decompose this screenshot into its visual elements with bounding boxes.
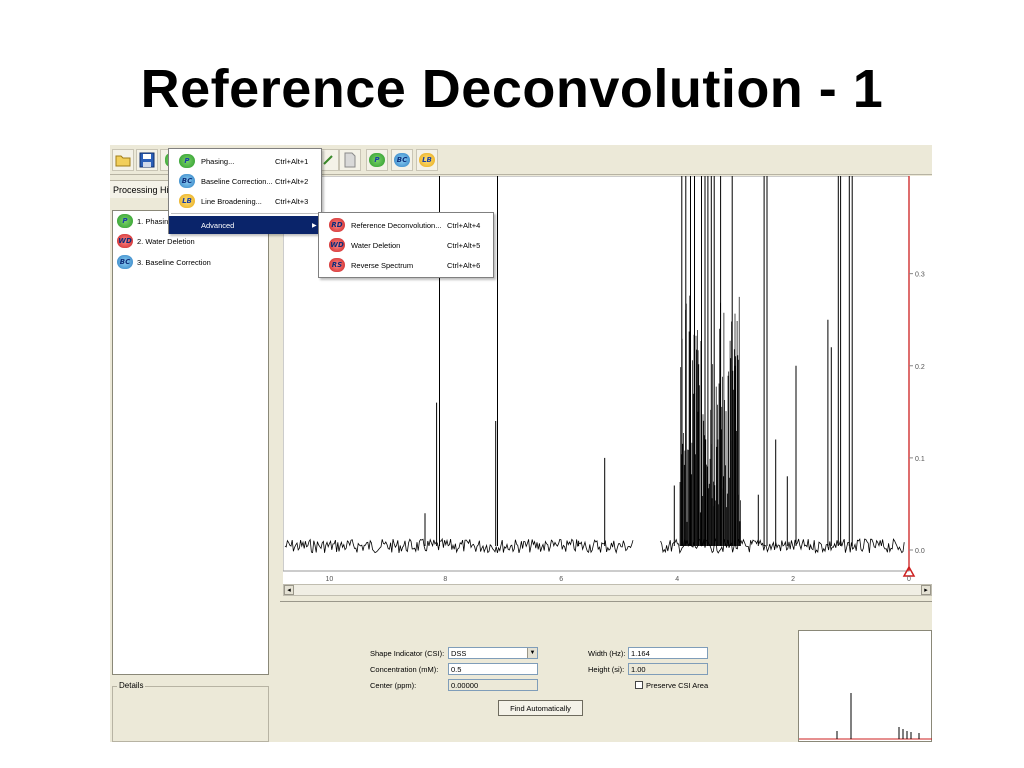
menu-item-label: Reference Deconvolution... <box>351 220 442 230</box>
submenu-arrow-icon: ▶ <box>312 222 317 229</box>
horizontal-scrollbar[interactable]: ◂ ▸ <box>283 584 932 596</box>
line-broadening-icon: LB <box>179 194 195 208</box>
history-item-phasing[interactable]: P 1. Phasing <box>117 213 172 229</box>
y-tick-label: 0.3 <box>915 272 925 279</box>
phasing-icon: P <box>117 214 133 228</box>
y-tick-label: 0.0 <box>915 548 925 555</box>
document-icon <box>344 152 356 168</box>
phasing-icon: P <box>369 153 385 167</box>
find-automatically-button[interactable]: Find Automatically <box>498 700 583 716</box>
history-item-label: 2. Water Deletion <box>137 236 195 246</box>
history-item-label: 3. Baseline Correction <box>137 257 211 267</box>
menu-item-label: Phasing... <box>201 156 235 166</box>
lineshape-preview <box>798 630 932 742</box>
lineshape-preview-plot <box>799 693 932 740</box>
width-label: Width (Hz): <box>588 649 626 658</box>
menu-separator <box>171 213 319 214</box>
advanced-submenu: RD Reference Deconvolution... Ctrl+Alt+4… <box>318 212 494 278</box>
menu-item-label: Advanced <box>201 220 235 230</box>
shape-indicator-label: Shape Indicator (CSI): <box>370 649 445 658</box>
menu-item-baseline-correction[interactable]: BC Baseline Correction... Ctrl+Alt+2 <box>169 171 321 191</box>
scroll-right-arrow[interactable]: ▸ <box>921 585 931 595</box>
line-broadening-icon: LB <box>419 153 435 167</box>
chevron-down-icon[interactable]: ▼ <box>527 648 537 658</box>
water-deletion-icon: WD <box>329 238 345 252</box>
center-input[interactable]: 0.00000 <box>448 679 538 691</box>
menu-item-advanced[interactable]: Advanced ▶ <box>169 216 321 234</box>
center-label: Center (ppm): <box>370 681 417 690</box>
shape-indicator-value: DSS <box>451 649 467 658</box>
menu-item-water-deletion[interactable]: WD Water Deletion Ctrl+Alt+5 <box>319 235 493 255</box>
reverse-spectrum-icon: RS <box>329 258 345 272</box>
shape-indicator-select[interactable]: DSS ▼ <box>448 647 538 659</box>
reference-deconvolution-icon: RD <box>329 218 345 232</box>
menu-item-label: Baseline Correction... <box>201 176 273 186</box>
water-deletion-icon: WD <box>117 234 133 248</box>
menu-item-shortcut: Ctrl+Alt+3 <box>275 196 309 206</box>
document-button[interactable] <box>339 149 361 171</box>
left-panel: Processing History P 1. Phasing WD 2. Wa… <box>110 176 280 742</box>
x-tick-label: 6 <box>559 576 563 583</box>
concentration-label: Concentration (mM): <box>370 665 439 674</box>
concentration-input[interactable]: 0.5 <box>448 663 538 675</box>
application-screenshot: P BC LB Processing History P 1. Phasing … <box>110 145 932 742</box>
height-input[interactable]: 1.00 <box>628 663 708 675</box>
menu-item-reference-deconvolution[interactable]: RD Reference Deconvolution... Ctrl+Alt+4 <box>319 215 493 235</box>
spectrum-baseline <box>284 537 905 554</box>
x-tick-label: 4 <box>675 576 679 583</box>
preserve-csi-area-label: Preserve CSI Area <box>646 681 709 690</box>
preserve-csi-area-checkbox[interactable] <box>635 681 643 689</box>
menu-item-shortcut: Ctrl+Alt+2 <box>275 176 309 186</box>
menu-item-shortcut: Ctrl+Alt+4 <box>447 220 481 230</box>
y-tick-label: 0.1 <box>915 456 925 463</box>
x-tick-label: 10 <box>325 576 333 583</box>
menu-item-phasing[interactable]: P Phasing... Ctrl+Alt+1 <box>169 151 321 171</box>
menu-item-line-broadening[interactable]: LB Line Broadening... Ctrl+Alt+3 <box>169 191 321 211</box>
processing-menu: P Phasing... Ctrl+Alt+1 BC Baseline Corr… <box>168 148 322 234</box>
menu-item-shortcut: Ctrl+Alt+1 <box>275 156 309 166</box>
phasing-button[interactable]: P <box>366 149 388 171</box>
open-folder-icon <box>115 155 131 167</box>
menu-item-label: Line Broadening... <box>201 196 262 206</box>
open-folder-button[interactable] <box>112 149 134 171</box>
details-group: Details <box>112 681 269 742</box>
line-broadening-button[interactable]: LB <box>416 149 438 171</box>
x-tick-label: 2 <box>791 576 795 583</box>
x-tick-label: 8 <box>443 576 447 583</box>
history-item-water-deletion[interactable]: WD 2. Water Deletion <box>117 233 195 249</box>
y-tick-label: 0.2 <box>915 364 925 371</box>
history-item-baseline-correction[interactable]: BC 3. Baseline Correction <box>117 254 211 270</box>
phasing-icon: P <box>179 154 195 168</box>
save-button[interactable] <box>136 149 158 171</box>
scroll-left-arrow[interactable]: ◂ <box>284 585 294 595</box>
baseline-correction-icon: BC <box>394 153 410 167</box>
save-icon <box>139 152 155 168</box>
menu-item-label: Water Deletion <box>351 240 401 250</box>
menu-item-shortcut: Ctrl+Alt+5 <box>447 240 481 250</box>
width-input[interactable]: 1.164 <box>628 647 708 659</box>
baseline-correction-button[interactable]: BC <box>391 149 413 171</box>
slide-title: Reference Deconvolution - 1 <box>140 59 884 119</box>
baseline-correction-icon: BC <box>117 255 133 269</box>
tool-icon <box>323 155 333 165</box>
x-tick-label: 0 <box>907 576 911 583</box>
baseline-correction-icon: BC <box>179 174 195 188</box>
menu-item-shortcut: Ctrl+Alt+6 <box>447 260 481 270</box>
processing-history-list: P 1. Phasing WD 2. Water Deletion BC 3. … <box>112 210 269 675</box>
details-label: Details <box>117 681 146 690</box>
menu-item-label: Reverse Spectrum <box>351 260 414 270</box>
menu-item-reverse-spectrum[interactable]: RS Reverse Spectrum Ctrl+Alt+6 <box>319 255 493 275</box>
height-label: Height (si): <box>588 665 625 674</box>
